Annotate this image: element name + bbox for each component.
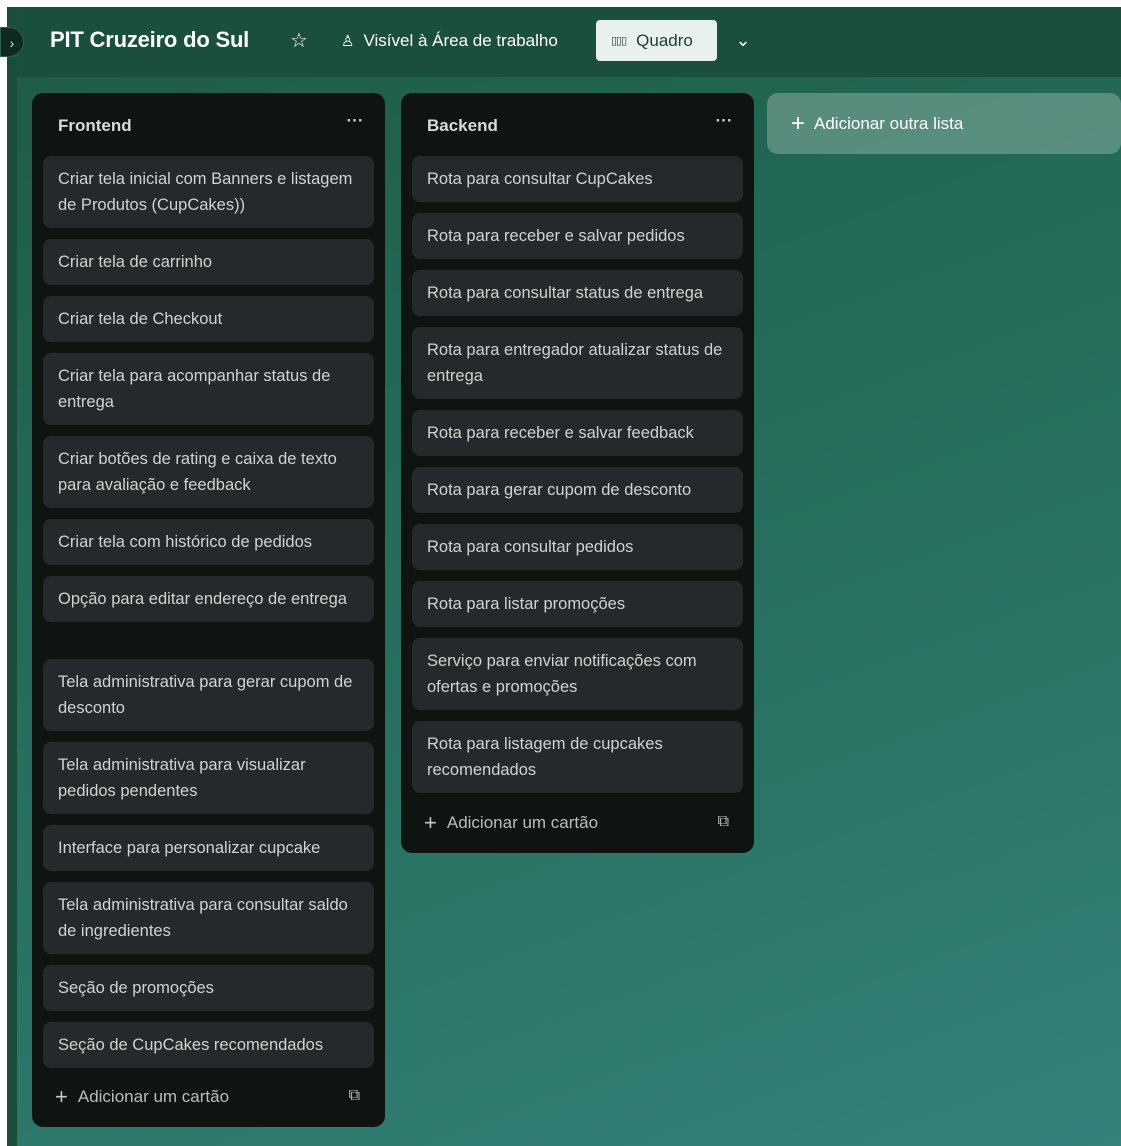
card[interactable]: Criar tela para acompanhar status de ent…: [43, 353, 374, 425]
plus-icon: +: [55, 1084, 68, 1109]
card[interactable]: Criar tela de Checkout: [43, 296, 374, 342]
list-title[interactable]: Backend: [427, 116, 498, 136]
more-icon[interactable]: ···: [343, 110, 367, 134]
card[interactable]: Rota para consultar status de entrega: [412, 270, 743, 316]
card[interactable]: Interface para personalizar cupcake: [43, 825, 374, 871]
sidebar-collapsed: [7, 7, 17, 1146]
card[interactable]: Serviço para enviar notificações com ofe…: [412, 638, 743, 710]
list-title[interactable]: Frontend: [58, 116, 132, 136]
chevron-down-icon[interactable]: ⌄: [731, 27, 755, 53]
template-icon[interactable]: ⧉: [349, 1087, 360, 1105]
add-card-label: Adicionar um cartão: [446, 813, 599, 832]
card[interactable]: Rota para listagem de cupcakes recomenda…: [412, 721, 743, 793]
list-header: Frontend ···: [32, 93, 385, 153]
list-header: Backend ···: [401, 93, 754, 153]
add-card-button[interactable]: + Adicionar um cartão ⧉: [43, 1082, 374, 1112]
template-icon[interactable]: ⧉: [718, 813, 729, 831]
card[interactable]: Rota para consultar pedidos: [412, 524, 743, 570]
card[interactable]: Rota para consultar CupCakes: [412, 156, 743, 202]
board-canvas: PIT Cruzeiro do Sul ☆ ♙ Visível à Área d…: [7, 7, 1121, 1146]
card[interactable]: Tela administrativa para consultar saldo…: [43, 882, 374, 954]
card[interactable]: Tela administrativa para visualizar pedi…: [43, 742, 374, 814]
board-view-icon: ▯▯▯: [611, 35, 627, 47]
people-icon: ♙: [341, 33, 355, 50]
card[interactable]: Rota para receber e salvar feedback: [412, 410, 743, 456]
plus-icon: +: [791, 109, 806, 137]
card[interactable]: Rota para receber e salvar pedidos: [412, 213, 743, 259]
list-backend: Backend ··· Rota para consultar CupCakes…: [401, 93, 754, 853]
board-view-button[interactable]: ▯▯▯ Quadro: [596, 20, 717, 61]
visibility-label: Visível à Área de trabalho: [363, 31, 558, 50]
plus-icon: +: [424, 810, 437, 835]
card[interactable]: Opção para editar endereço de entrega: [43, 576, 374, 622]
card[interactable]: Rota para entregador atualizar status de…: [412, 327, 743, 399]
card[interactable]: Seção de promoções: [43, 965, 374, 1011]
board-header: PIT Cruzeiro do Sul ☆ ♙ Visível à Área d…: [7, 7, 1121, 77]
add-card-button[interactable]: + Adicionar um cartão ⧉: [412, 808, 743, 838]
add-card-label: Adicionar um cartão: [77, 1087, 230, 1106]
more-icon[interactable]: ···: [712, 110, 736, 134]
visibility-button[interactable]: ♙ Visível à Área de trabalho: [341, 29, 558, 53]
card[interactable]: Seção de CupCakes recomendados: [43, 1022, 374, 1068]
card[interactable]: Criar tela com histórico de pedidos: [43, 519, 374, 565]
card[interactable]: Criar botões de rating e caixa de texto …: [43, 436, 374, 508]
list-frontend: Frontend ··· Criar tela inicial com Bann…: [32, 93, 385, 1127]
add-list-label: Adicionar outra lista: [814, 113, 964, 133]
card[interactable]: Rota para listar promoções: [412, 581, 743, 627]
board-view-label: Quadro: [636, 30, 693, 50]
card[interactable]: Criar tela de carrinho: [43, 239, 374, 285]
star-icon[interactable]: ☆: [288, 29, 310, 53]
card[interactable]: Rota para gerar cupom de desconto: [412, 467, 743, 513]
add-list-button[interactable]: + Adicionar outra lista: [767, 93, 1121, 154]
card[interactable]: Tela administrativa para gerar cupom de …: [43, 659, 374, 731]
board-title[interactable]: PIT Cruzeiro do Sul: [50, 27, 249, 53]
card[interactable]: Criar tela inicial com Banners e listage…: [43, 156, 374, 228]
